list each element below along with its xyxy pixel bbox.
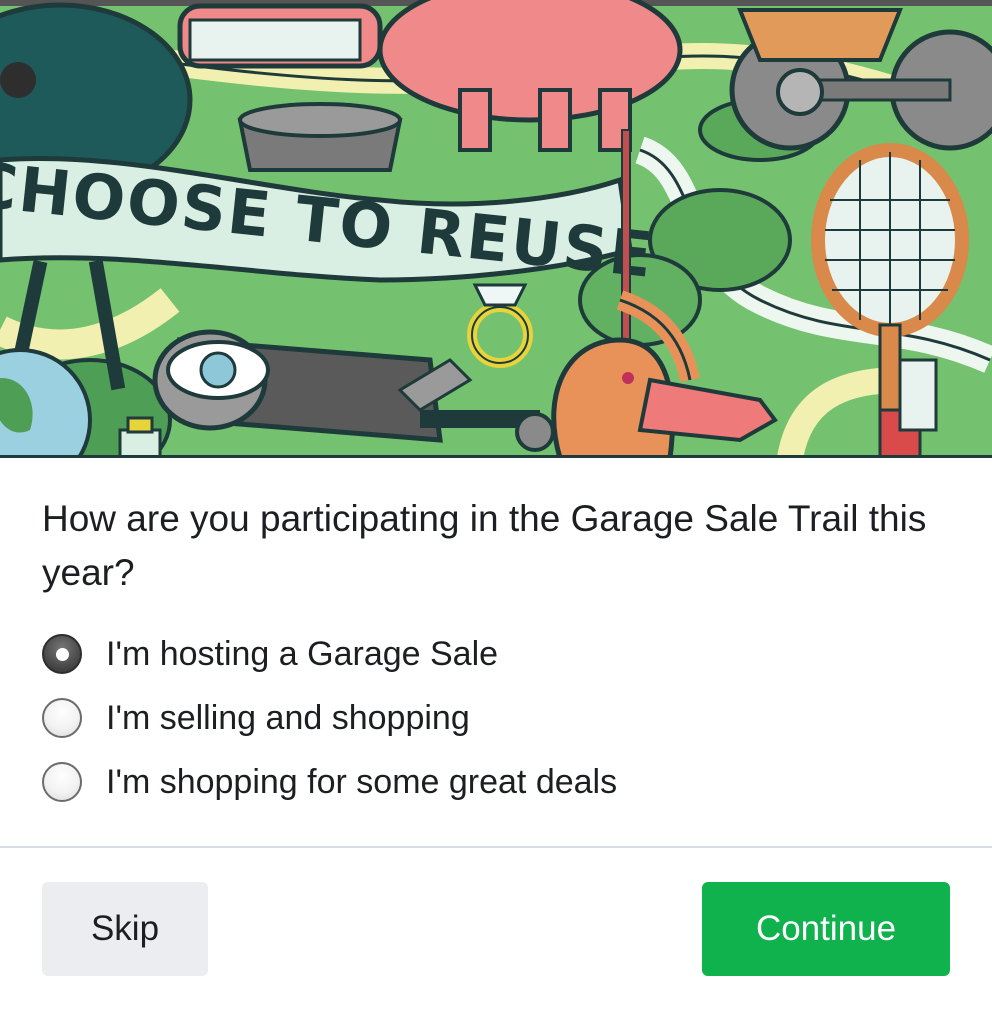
option-label: I'm selling and shopping: [106, 698, 470, 737]
option-hosting[interactable]: I'm hosting a Garage Sale: [42, 622, 942, 686]
option-label: I'm hosting a Garage Sale: [106, 634, 499, 673]
skip-button[interactable]: Skip: [42, 882, 208, 976]
continue-button[interactable]: Continue: [702, 882, 950, 976]
option-label: I'm shopping for some great deals: [106, 762, 618, 801]
radio-button[interactable]: [42, 762, 82, 802]
footer-divider: [0, 846, 992, 848]
option-shopping[interactable]: I'm shopping for some great deals: [42, 750, 942, 814]
hero-illustration: CHOOSE TO REUSE: [0, 0, 992, 458]
garage-sale-survey-dialog: CHOOSE TO REUSE How are you participatin…: [0, 0, 992, 1024]
radio-button-selected[interactable]: [42, 634, 82, 674]
option-selling-and-shopping[interactable]: I'm selling and shopping: [42, 686, 942, 750]
radio-button[interactable]: [42, 698, 82, 738]
radio-dot-icon: [55, 647, 69, 661]
survey-question: How are you participating in the Garage …: [42, 498, 927, 593]
participation-options: I'm hosting a Garage Sale I'm selling an…: [42, 622, 942, 814]
